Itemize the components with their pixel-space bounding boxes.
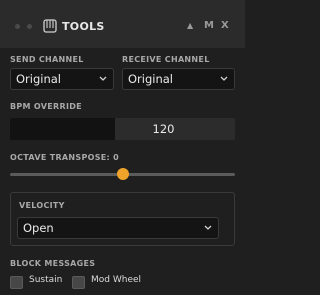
sustain-checkbox[interactable]: [10, 276, 23, 289]
mod-wheel-checkbox[interactable]: [72, 276, 85, 289]
window-title: TOOLS: [62, 20, 105, 33]
bpm-override-label: BPM OVERRIDE: [10, 102, 82, 111]
send-channel-select[interactable]: Original: [10, 68, 114, 90]
window-dot-icon: [27, 24, 32, 29]
minimize-button[interactable]: M: [204, 20, 214, 31]
velocity-value: Open: [23, 221, 54, 235]
chevron-down-icon: [99, 76, 107, 81]
velocity-label: VELOCITY: [19, 201, 65, 210]
sustain-label: Sustain: [29, 275, 63, 285]
collapse-button[interactable]: ▲: [187, 21, 193, 30]
velocity-select[interactable]: Open: [17, 217, 219, 239]
title-bar: TOOLS ▲ M X: [0, 0, 245, 48]
chevron-down-icon: [220, 76, 228, 81]
send-channel-label: SEND CHANNEL: [10, 55, 84, 64]
mod-wheel-label: Mod Wheel: [91, 275, 142, 285]
block-messages-label: BLOCK MESSAGES: [10, 259, 96, 268]
receive-channel-label: RECEIVE CHANNEL: [122, 55, 210, 64]
tools-logo-icon: [43, 19, 57, 33]
send-channel-value: Original: [16, 72, 62, 86]
receive-channel-select[interactable]: Original: [122, 68, 235, 90]
velocity-panel: VELOCITY Open: [10, 192, 235, 246]
octave-slider-thumb[interactable]: [116, 168, 129, 180]
octave-transpose-label: OCTAVE TRANSPOSE: 0: [10, 153, 120, 162]
bpm-value: 120: [152, 122, 175, 136]
receive-channel-value: Original: [128, 72, 174, 86]
close-button[interactable]: X: [221, 20, 229, 31]
chevron-down-icon: [204, 225, 212, 230]
window-dot-icon: [15, 24, 20, 29]
bpm-override-field[interactable]: 120: [10, 118, 235, 140]
